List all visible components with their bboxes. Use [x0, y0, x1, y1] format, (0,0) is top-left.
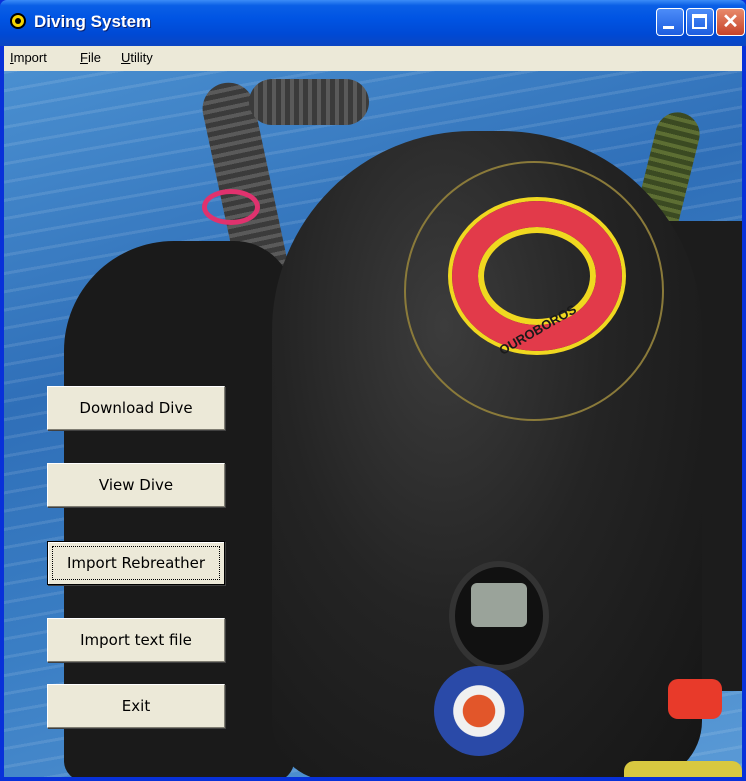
menu-bar: Import File Utility — [4, 46, 742, 71]
breathing-hose-top — [249, 79, 369, 125]
badge-sticker — [434, 666, 524, 756]
gauge — [449, 561, 549, 671]
menu-utility[interactable]: Utility — [121, 50, 153, 65]
window-frame-bottom — [0, 777, 746, 781]
red-fitting — [668, 679, 722, 719]
menu-import[interactable]: Import — [10, 50, 47, 65]
import-text-file-button[interactable]: Import text file — [47, 618, 225, 662]
menu-file-label: ile — [87, 50, 101, 65]
menu-import-label: mport — [13, 50, 47, 65]
maximize-icon — [692, 14, 707, 29]
hose-clip — [202, 189, 260, 225]
app-icon[interactable] — [10, 13, 26, 29]
diving-system-window: Diving System ✕ Import File Utility OURO… — [0, 0, 746, 781]
window-title: Diving System — [34, 12, 152, 31]
menu-file-mnemonic: F — [80, 50, 88, 65]
tank — [624, 761, 742, 777]
maximize-button[interactable] — [686, 8, 714, 36]
minimize-icon — [663, 26, 674, 29]
close-icon: ✕ — [722, 11, 739, 33]
menu-utility-label: tility — [130, 50, 153, 65]
import-rebreather-button[interactable]: Import Rebreather — [47, 541, 225, 585]
menu-file[interactable]: File — [80, 50, 101, 65]
title-bar[interactable]: Diving System ✕ — [0, 0, 746, 46]
exit-button[interactable]: Exit — [47, 684, 225, 728]
download-dive-button[interactable]: Download Dive — [47, 386, 225, 430]
close-button[interactable]: ✕ — [716, 8, 745, 36]
gauge-display — [471, 583, 527, 627]
menu-utility-mnemonic: U — [121, 50, 131, 65]
view-dive-button[interactable]: View Dive — [47, 463, 225, 507]
minimize-button[interactable] — [656, 8, 684, 36]
